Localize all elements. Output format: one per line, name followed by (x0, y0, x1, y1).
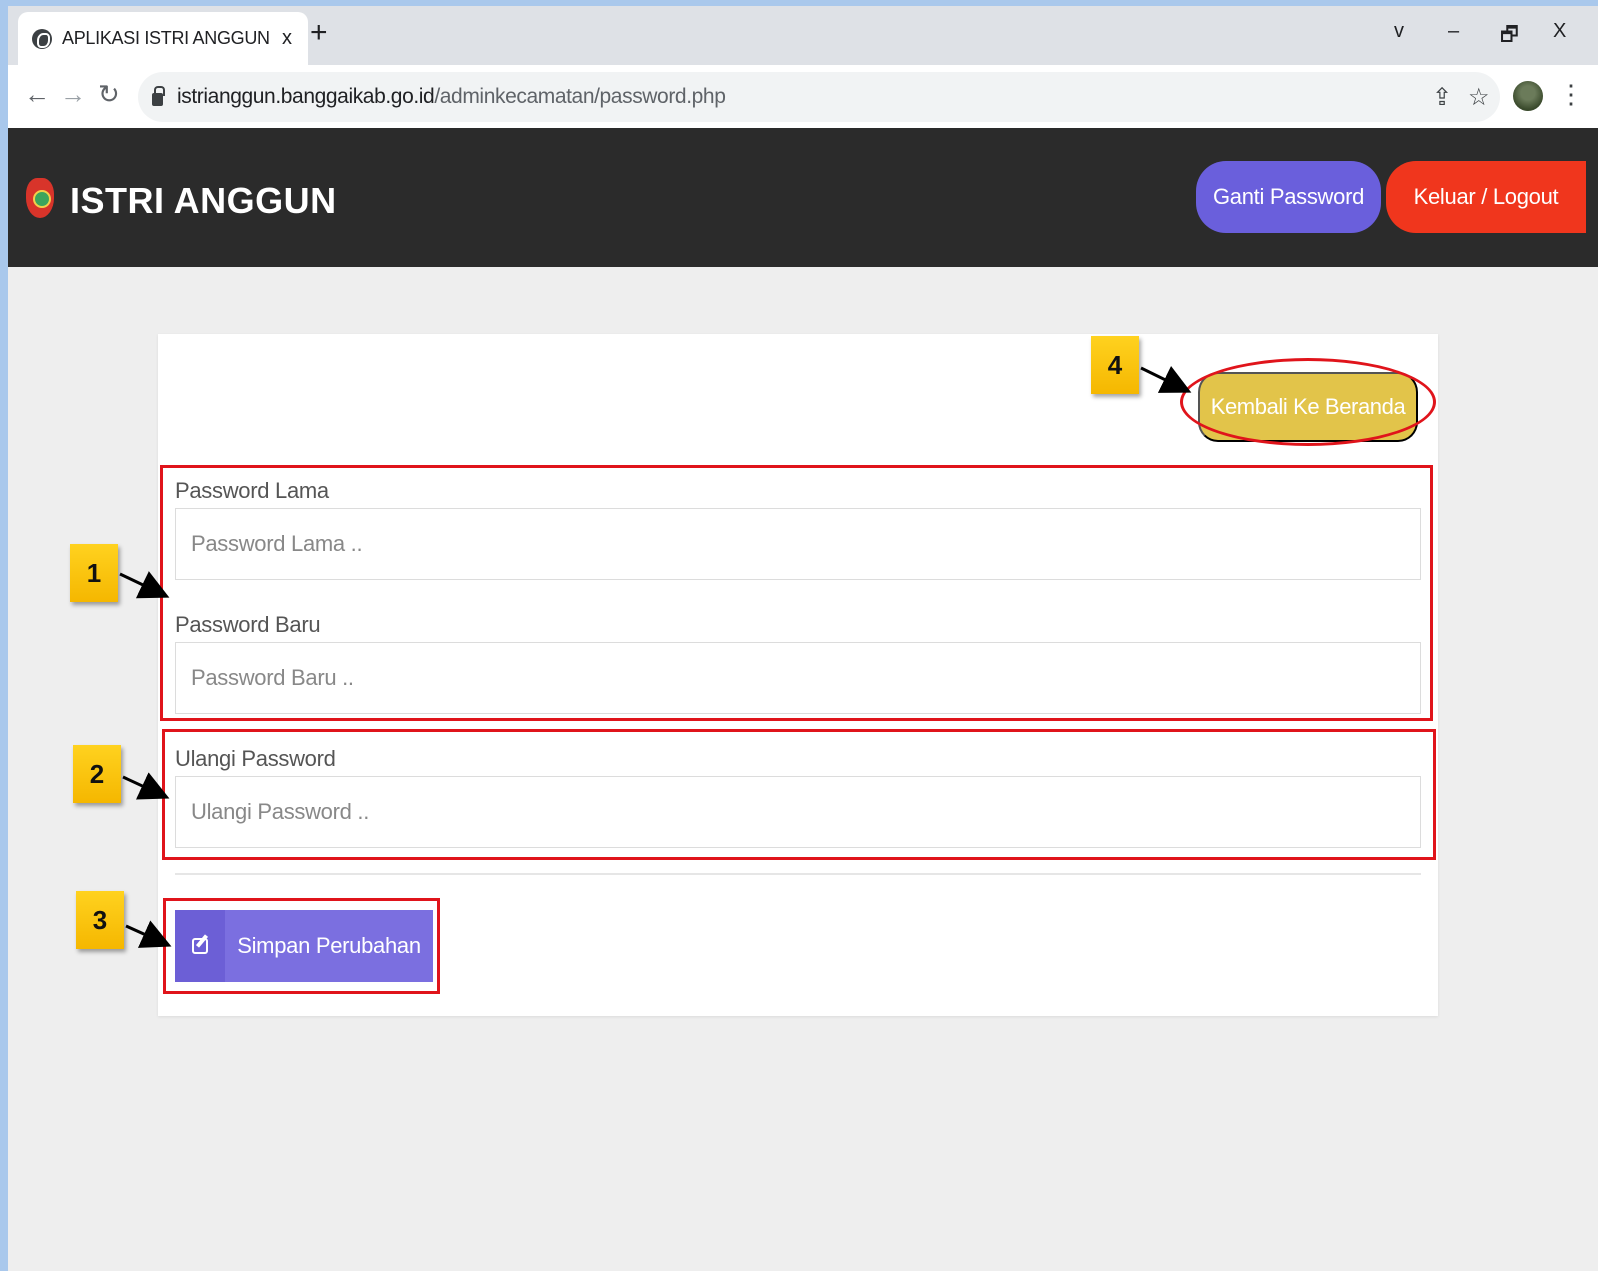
share-icon[interactable]: ⇪ (1432, 83, 1452, 112)
annotation-box-1 (160, 465, 1433, 721)
browser-tab[interactable]: APLIKASI ISTRI ANGGUN x (18, 12, 308, 65)
url-path: /adminkecamatan/password.php (434, 85, 726, 108)
ganti-password-button[interactable]: Ganti Password (1196, 161, 1381, 233)
app-title: ISTRI ANGGUN (70, 180, 337, 221)
browser-tabstrip: APLIKASI ISTRI ANGGUN x + v – 🗗 X (8, 6, 1598, 65)
annotation-oval-4 (1180, 358, 1436, 446)
callout-1: 1 (70, 544, 118, 602)
arrow-right-icon[interactable]: → (60, 81, 86, 107)
app-logo (26, 178, 54, 218)
app-header: ISTRI ANGGUN Ganti Password Keluar / Log… (8, 128, 1598, 267)
logout-button[interactable]: Keluar / Logout (1386, 161, 1586, 233)
globe-icon (32, 28, 52, 49)
tab-title: APLIKASI ISTRI ANGGUN (62, 28, 270, 48)
arrow-left-icon[interactable]: ← (24, 81, 50, 107)
annotation-box-2 (162, 729, 1436, 860)
profile-avatar[interactable] (1513, 81, 1543, 111)
callout-4: 4 (1091, 336, 1139, 394)
kebab-menu-icon[interactable]: ⋮ (1558, 79, 1584, 110)
browser-toolbar: ← → ↻ istrianggun.banggaikab.go.id/admin… (8, 65, 1598, 128)
lock-icon (152, 85, 165, 106)
form-divider (175, 873, 1421, 875)
minimize-icon[interactable]: – (1448, 20, 1459, 43)
chevron-down-icon[interactable]: v (1394, 20, 1404, 43)
callout-2: 2 (73, 745, 121, 803)
screenshot-frame: APLIKASI ISTRI ANGGUN x + v – 🗗 X ← → ↻ … (8, 6, 1598, 1271)
maximize-icon[interactable]: 🗗 (1500, 20, 1519, 54)
reload-icon[interactable]: ↻ (98, 81, 120, 107)
address-bar[interactable]: istrianggun.banggaikab.go.id/adminkecama… (138, 72, 1500, 122)
url-host: istrianggun.banggaikab.go.id (177, 85, 435, 108)
star-icon[interactable]: ☆ (1468, 83, 1490, 112)
tab-close-icon[interactable]: x (282, 27, 292, 50)
new-tab-button[interactable]: + (310, 18, 328, 48)
close-window-icon[interactable]: X (1553, 20, 1566, 43)
annotation-box-3 (163, 898, 440, 994)
callout-3: 3 (76, 891, 124, 949)
